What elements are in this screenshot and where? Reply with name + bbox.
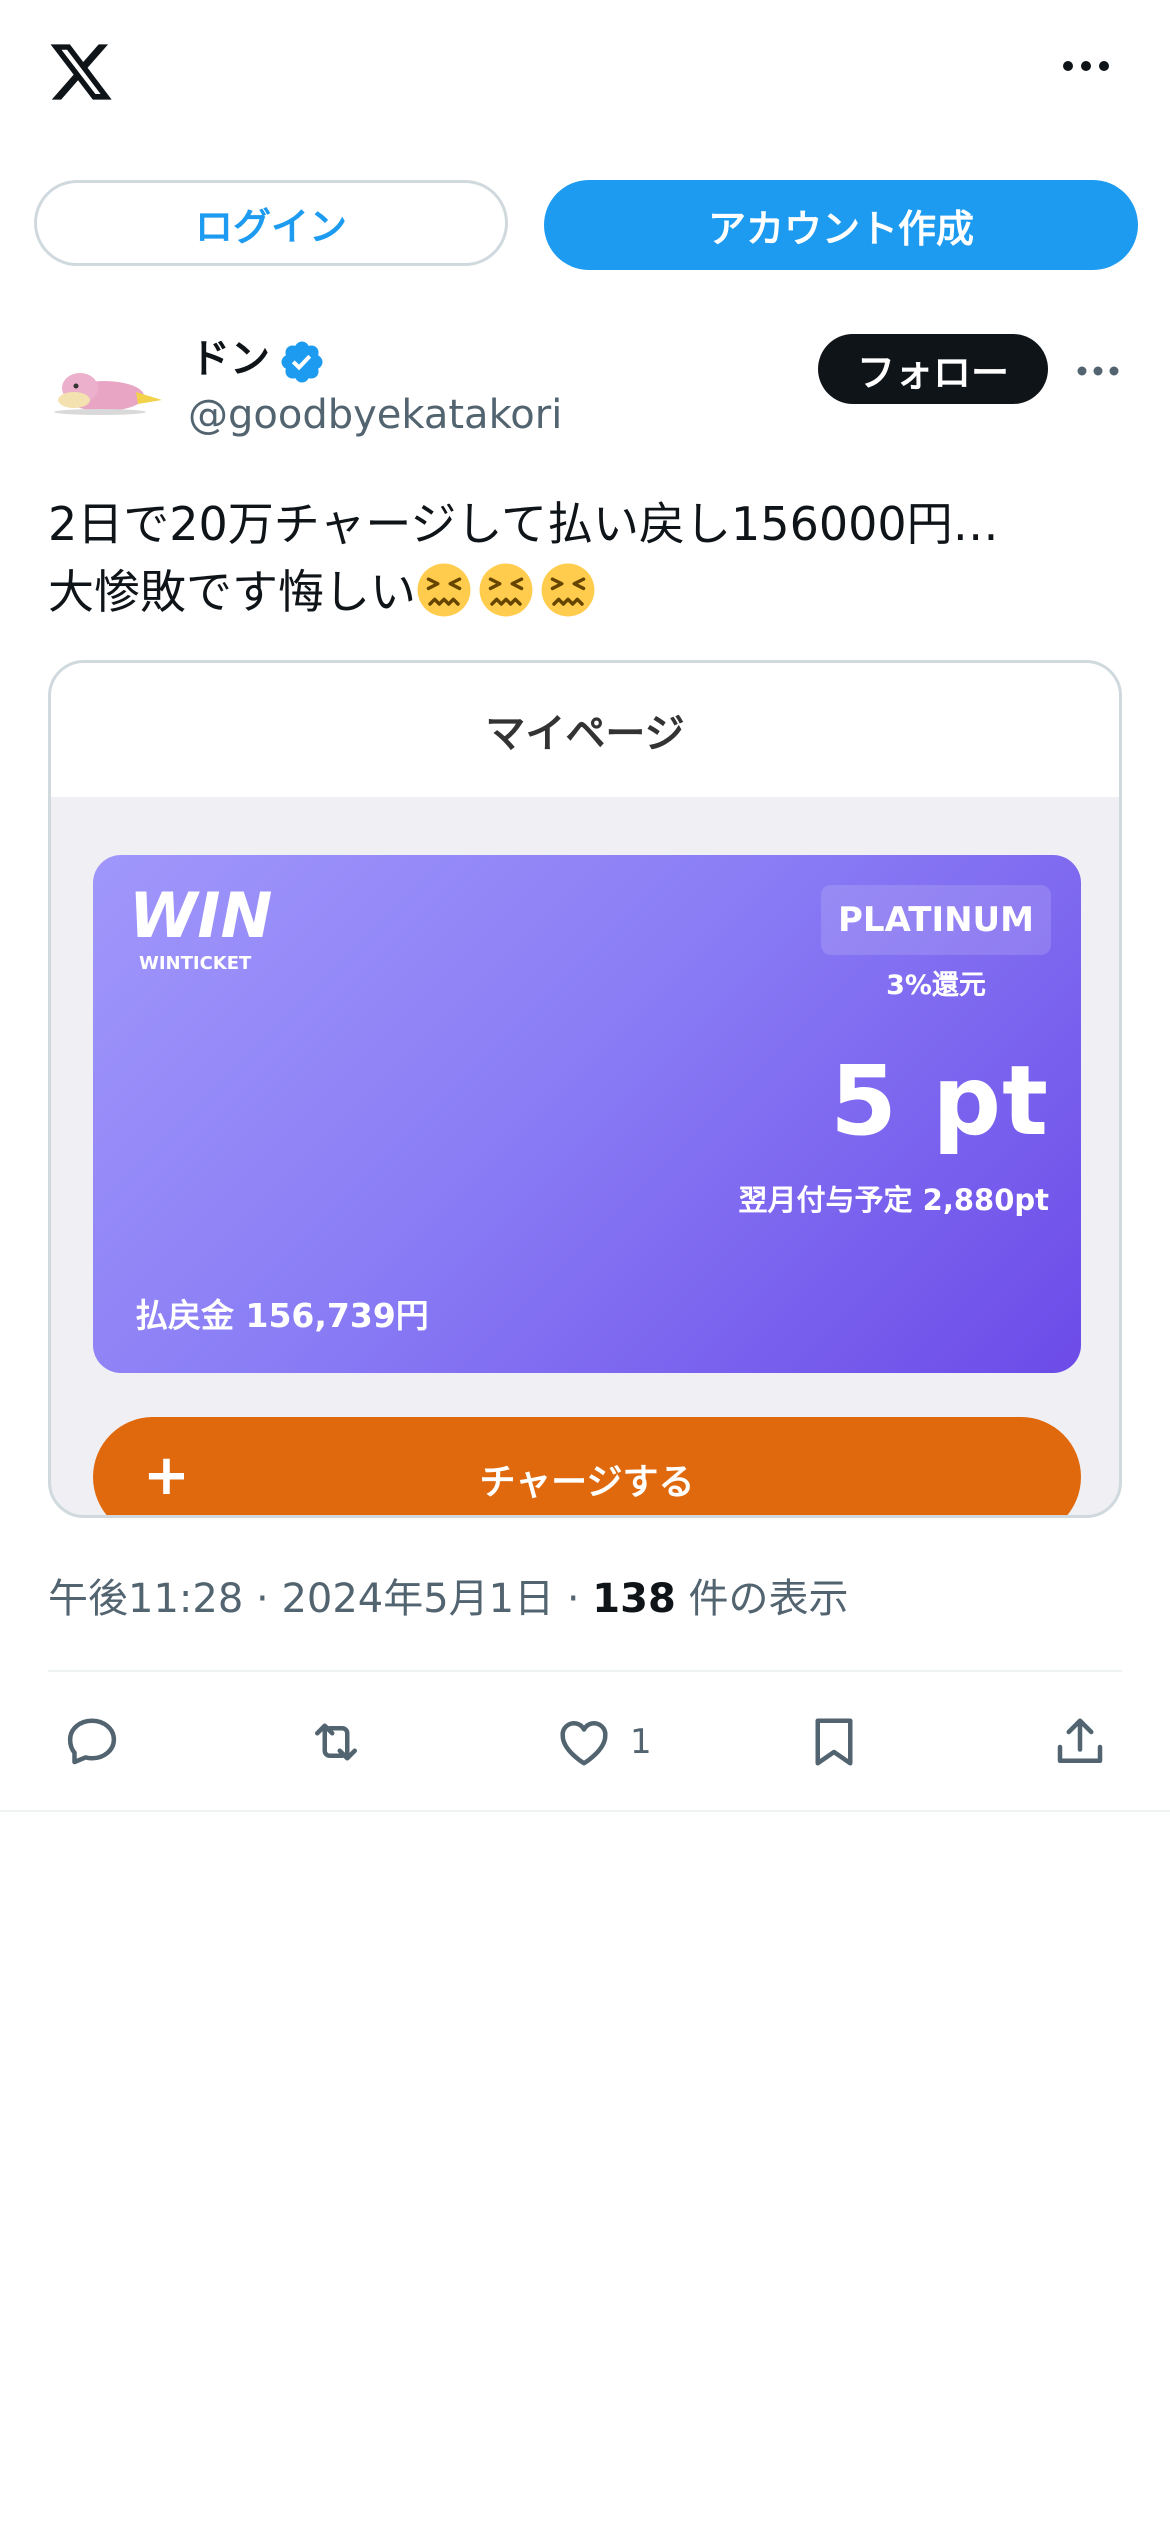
tweet-text: 2日で20万チャージして払い戻し156000円… 大惨敗です悔しい xyxy=(48,490,1128,626)
tweet-date[interactable]: 2024年5月1日 xyxy=(281,1576,554,1622)
views-count: 138 xyxy=(592,1576,676,1622)
reply-icon[interactable] xyxy=(62,1712,122,1772)
confounded-face-icon xyxy=(479,563,533,617)
points-card: WIN WINTICKET PLATINUM 3%還元 5 pt 翌月付与予定 … xyxy=(93,855,1081,1373)
payout-balance: 払戻金 156,739円 xyxy=(135,1296,429,1335)
tweet-line-2: 大惨敗です悔しい xyxy=(48,558,1128,626)
points-value: 5 pt xyxy=(830,1045,1049,1157)
share-icon[interactable] xyxy=(1050,1712,1110,1772)
winticket-logo: WIN WINTICKET xyxy=(129,885,272,974)
tweet-meta: 午後11:28 · 2024年5月1日 · 138 件の表示 xyxy=(48,1576,849,1622)
tweet-line-1: 2日で20万チャージして払い戻し156000円… xyxy=(48,497,999,551)
win-logo-text: WIN xyxy=(129,885,272,952)
more-icon[interactable] xyxy=(1062,58,1110,74)
next-month-points: 翌月付与予定 2,880pt xyxy=(738,1183,1049,1217)
win-logo-sub: WINTICKET xyxy=(139,953,252,974)
tier-badge: PLATINUM xyxy=(821,885,1051,955)
confounded-face-icon xyxy=(541,563,595,617)
create-account-button[interactable]: アカウント作成 xyxy=(544,180,1138,270)
charge-label: チャージする xyxy=(479,1462,695,1503)
author-handle[interactable]: @goodbyekatakori xyxy=(188,392,562,438)
author-name[interactable]: ドン xyxy=(190,326,270,384)
views-label: 件の表示 xyxy=(688,1576,849,1622)
like-icon[interactable] xyxy=(554,1712,614,1772)
divider xyxy=(0,1810,1170,1812)
tweet-media[interactable]: マイページ WIN WINTICKET PLATINUM 3%還元 5 pt 翌… xyxy=(48,660,1122,1518)
mypage-title: マイページ xyxy=(51,663,1119,797)
post-more-icon[interactable] xyxy=(1076,364,1120,378)
retweet-icon[interactable] xyxy=(306,1712,366,1772)
verified-badge-icon xyxy=(281,341,323,383)
avatar[interactable] xyxy=(40,330,166,456)
follow-button[interactable]: フォロー xyxy=(818,334,1048,404)
tweet-time[interactable]: 午後11:28 xyxy=(48,1576,243,1622)
login-button[interactable]: ログイン xyxy=(34,180,508,266)
confounded-face-icon xyxy=(417,563,471,617)
charge-button: + チャージする xyxy=(93,1417,1081,1515)
tweet-line-2-text: 大惨敗です悔しい xyxy=(48,565,416,619)
divider xyxy=(48,1670,1122,1672)
x-logo-icon[interactable] xyxy=(46,38,116,106)
like-count[interactable]: 1 xyxy=(630,1722,652,1762)
bookmark-icon[interactable] xyxy=(804,1712,864,1772)
return-rate: 3%還元 xyxy=(886,970,986,1001)
